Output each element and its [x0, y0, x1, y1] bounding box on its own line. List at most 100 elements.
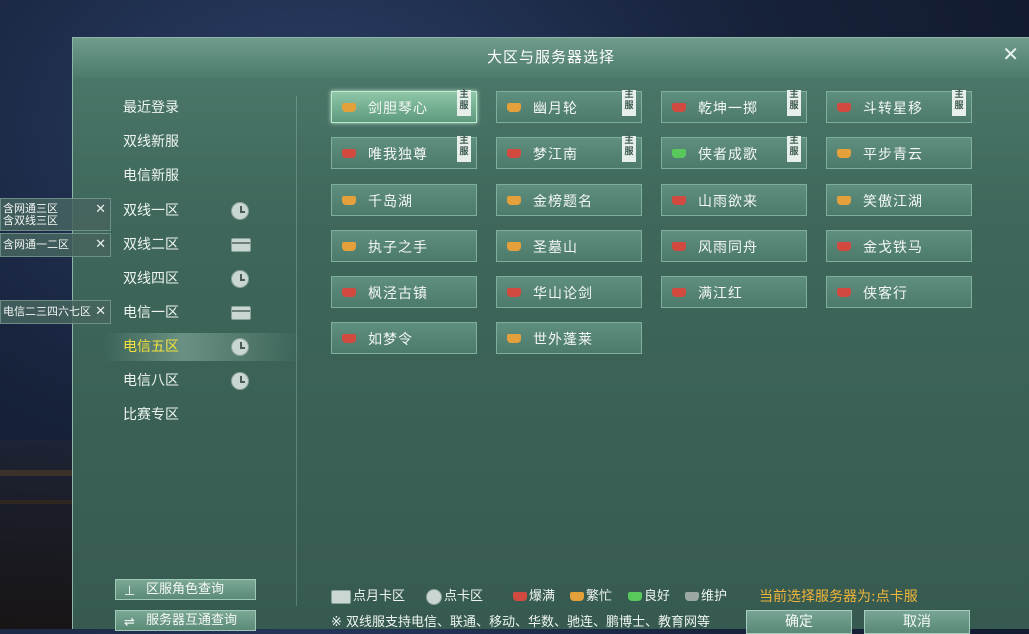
server-button[interactable]: 笑傲江湖 — [826, 184, 972, 216]
close-icon[interactable]: ✕ — [95, 237, 106, 252]
sidebar-item-telecom-new[interactable]: 电信新服 — [123, 162, 283, 190]
confirm-button[interactable]: 确定 — [746, 610, 852, 634]
server-button[interactable]: 梦江南 主服 — [496, 136, 642, 169]
server-button[interactable]: 幽月轮 主服 — [496, 90, 642, 123]
server-name: 金戈铁马 — [863, 240, 923, 256]
server-button[interactable]: 斗转星移 主服 — [826, 90, 972, 123]
server-name: 侠者成歌 — [698, 147, 758, 163]
main-server-badge: 主服 — [457, 90, 471, 116]
background-railing — [0, 470, 80, 476]
sidebar-item-dual-2[interactable]: 双线二区 — [123, 231, 283, 259]
legend-label: 维护 — [701, 589, 728, 604]
sidebar-item-label: 双线新服 — [123, 134, 179, 150]
server-button[interactable]: 执子之手 — [331, 230, 477, 262]
clock-icon — [231, 202, 249, 220]
server-button[interactable]: 世外蓬莱 — [496, 322, 642, 354]
status-good-icon — [628, 592, 642, 601]
server-button[interactable]: 风雨同舟 — [661, 230, 807, 262]
sidebar-item-telecom-1[interactable]: 电信一区 — [123, 299, 283, 327]
server-button[interactable]: 侠者成歌 主服 — [661, 136, 807, 169]
server-status-red-icon — [672, 196, 686, 205]
server-button[interactable]: 侠客行 — [826, 276, 972, 308]
server-status-orange-icon — [507, 196, 521, 205]
server-name: 斗转星移 — [863, 101, 923, 117]
clock-icon — [231, 372, 249, 390]
server-name: 平步青云 — [863, 147, 923, 163]
legend-label: 点卡区 — [444, 589, 484, 604]
server-status-red-icon — [342, 149, 356, 158]
server-status-orange-icon — [507, 242, 521, 251]
server-status-red-icon — [837, 242, 851, 251]
legend-maintenance: 维护 — [685, 587, 727, 607]
server-name: 笑傲江湖 — [863, 194, 923, 210]
server-button[interactable]: 金戈铁马 — [826, 230, 972, 262]
sidebar-item-dual-1[interactable]: 双线一区 — [123, 197, 283, 225]
server-status-red-icon — [672, 242, 686, 251]
server-button[interactable]: 华山论剑 — [496, 276, 642, 308]
swap-icon: ⇌ — [124, 615, 135, 630]
close-icon[interactable]: ✕ — [95, 304, 106, 319]
server-name: 风雨同舟 — [698, 240, 758, 256]
sidebar-item-label: 双线四区 — [123, 271, 179, 287]
role-query-label: 区服角色查询 — [146, 582, 225, 597]
sidebar-item-telecom-5[interactable]: 电信五区 — [103, 333, 303, 361]
server-status-red-icon — [507, 288, 521, 297]
server-name: 世外蓬莱 — [533, 332, 593, 348]
legend-label: 良好 — [644, 589, 671, 604]
close-icon[interactable]: ✕ — [1002, 42, 1019, 66]
sidebar-item-dual-4[interactable]: 双线四区 — [123, 265, 283, 293]
legend-busy: 繁忙 — [570, 587, 612, 607]
legend-full: 爆满 — [513, 587, 555, 607]
tag-text: 电信二三四六七区 — [3, 305, 91, 318]
zone-merge-tag: 含网通一二区 ✕ — [0, 233, 111, 257]
close-icon[interactable]: ✕ — [95, 202, 106, 217]
legend-label: 爆满 — [529, 589, 556, 604]
server-status-red-icon — [507, 149, 521, 158]
sidebar-item-match[interactable]: 比赛专区 — [123, 401, 283, 429]
server-status-orange-icon — [342, 196, 356, 205]
tag-text: 含网通三区 含双线三区 — [1, 202, 58, 227]
role-query-button[interactable]: ⊥ 区服角色查询 — [115, 579, 256, 600]
dialog-title: 大区与服务器选择 — [486, 48, 615, 66]
status-maintenance-icon — [685, 592, 699, 601]
server-status-orange-icon — [837, 149, 851, 158]
server-button[interactable]: 唯我独尊 主服 — [331, 136, 477, 169]
status-full-icon — [513, 592, 527, 601]
server-button[interactable]: 平步青云 — [826, 137, 972, 169]
sidebar-item-label: 电信五区 — [123, 339, 179, 355]
sidebar-item-telecom-8[interactable]: 电信八区 — [123, 367, 283, 395]
server-name: 侠客行 — [863, 286, 908, 302]
server-button[interactable]: 剑胆琴心 主服 — [331, 90, 477, 123]
sidebar-item-dual-new[interactable]: 双线新服 — [123, 128, 283, 156]
sidebar-item-label: 电信新服 — [123, 168, 179, 184]
interop-query-button[interactable]: ⇌ 服务器互通查询 — [115, 610, 256, 631]
server-status-red-icon — [837, 288, 851, 297]
sidebar-item-label: 电信一区 — [123, 305, 179, 321]
cancel-button[interactable]: 取消 — [864, 610, 970, 634]
server-button[interactable]: 满江红 — [661, 276, 807, 308]
title-bar: 大区与服务器选择 ✕ — [73, 38, 1029, 78]
sidebar-item-label: 双线二区 — [123, 237, 179, 253]
zone-merge-tag: 含网通三区 含双线三区 ✕ — [0, 198, 111, 231]
legend-label: 繁忙 — [586, 589, 613, 604]
legend-label: 点月卡区 — [353, 589, 406, 604]
main-server-badge: 主服 — [457, 136, 471, 162]
server-button[interactable]: 乾坤一掷 主服 — [661, 90, 807, 123]
main-server-badge: 主服 — [622, 136, 636, 162]
server-name: 华山论剑 — [533, 286, 593, 302]
clock-icon — [426, 588, 442, 605]
server-name: 剑胆琴心 — [368, 101, 428, 117]
sidebar-item-recent[interactable]: 最近登录 — [123, 94, 283, 122]
server-name: 山雨欲来 — [698, 194, 758, 210]
server-button[interactable]: 金榜题名 — [496, 184, 642, 216]
server-status-red-icon — [672, 288, 686, 297]
card-icon — [231, 238, 251, 252]
server-button[interactable]: 如梦令 — [331, 322, 477, 354]
tag-text: 含网通一二区 — [3, 238, 69, 251]
server-button[interactable]: 枫泾古镇 — [331, 276, 477, 308]
server-button[interactable]: 圣墓山 — [496, 230, 642, 262]
server-button[interactable]: 山雨欲来 — [661, 184, 807, 216]
server-status-orange-icon — [342, 242, 356, 251]
server-button[interactable]: 千岛湖 — [331, 184, 477, 216]
legend-good: 良好 — [628, 587, 670, 607]
